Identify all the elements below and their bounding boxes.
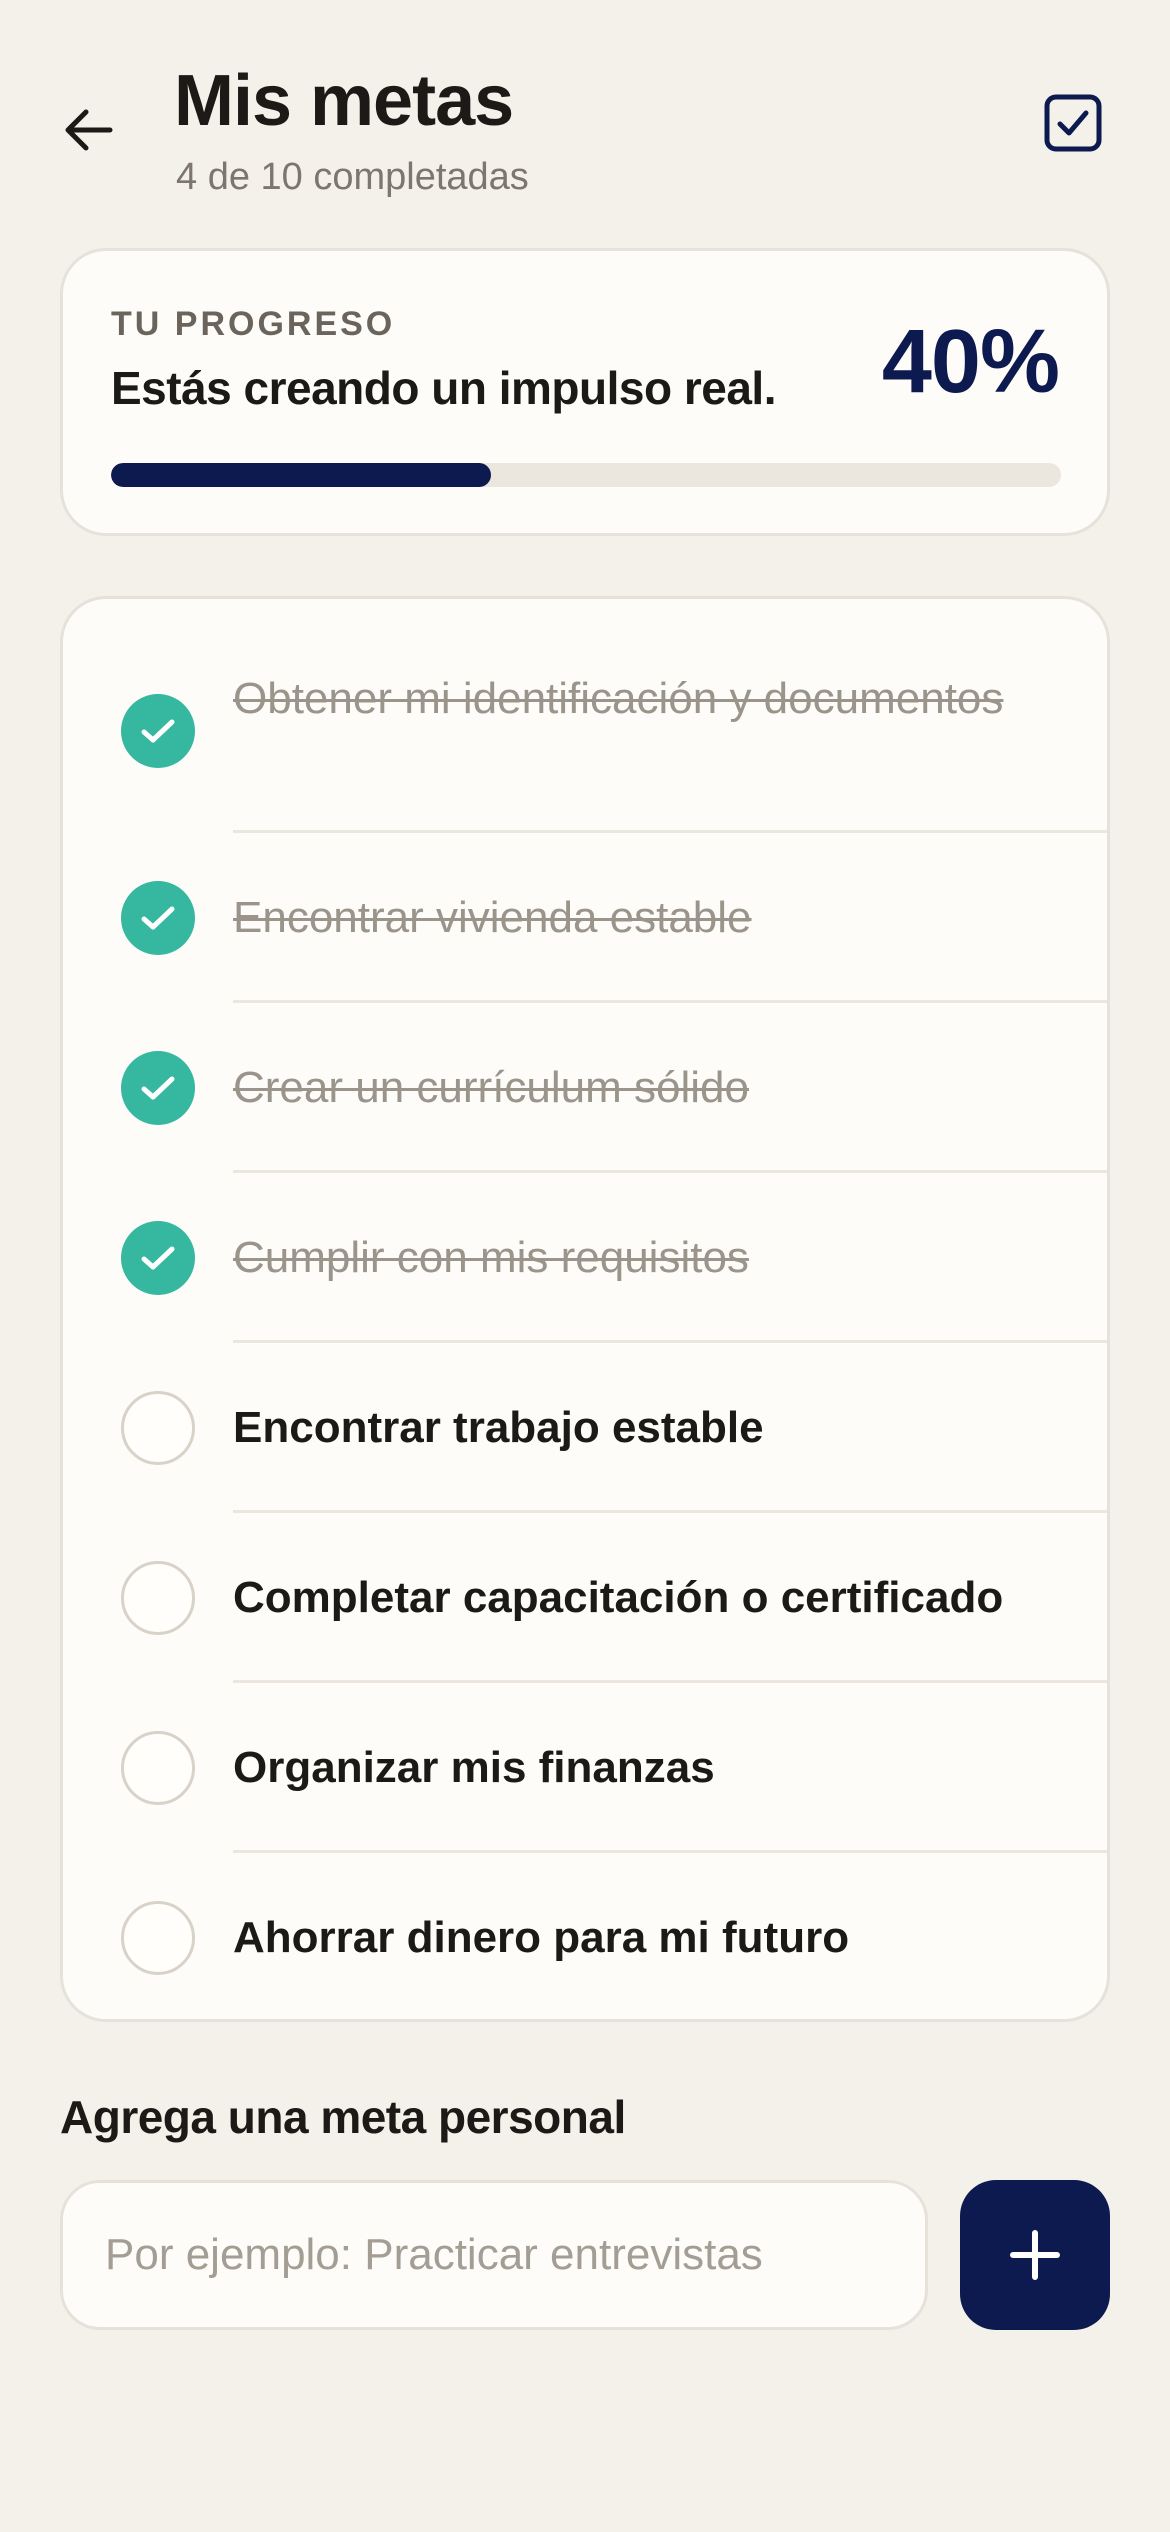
- goal-checkbox-unchecked[interactable]: [121, 1731, 195, 1805]
- goal-item[interactable]: Crear un currículum sólido: [63, 1003, 1107, 1173]
- progress-card: TU PROGRESO Estás creando un impulso rea…: [60, 248, 1110, 536]
- check-icon: [141, 719, 175, 743]
- plus-icon: [1010, 2230, 1060, 2280]
- goal-label: Encontrar trabajo estable: [233, 1403, 764, 1452]
- check-icon: [141, 906, 175, 930]
- progress-message: Estás creando un impulso real.: [111, 362, 776, 414]
- goal-checkbox-checked[interactable]: [121, 881, 195, 955]
- goal-item[interactable]: Encontrar trabajo estable: [63, 1343, 1107, 1513]
- check-icon: [141, 1246, 175, 1270]
- goals-list: Obtener mi identificación y documentos En…: [60, 596, 1110, 2022]
- goal-checkbox-checked[interactable]: [121, 1221, 195, 1295]
- progress-bar: [111, 463, 1061, 487]
- goal-label: Ahorrar dinero para mi futuro: [233, 1913, 850, 1962]
- goal-label: Organizar mis finanzas: [233, 1743, 715, 1792]
- goal-item[interactable]: Obtener mi identificación y documentos: [63, 629, 1107, 833]
- add-goal-input[interactable]: [60, 2180, 928, 2330]
- progress-kicker: TU PROGRESO: [111, 305, 396, 343]
- goal-label: Crear un currículum sólido: [233, 1063, 749, 1112]
- goal-label: Completar capacitación o certificado: [233, 1573, 1004, 1622]
- check-icon: [141, 1076, 175, 1100]
- page-subtitle: 4 de 10 completadas: [176, 156, 529, 198]
- goal-checkbox-checked[interactable]: [121, 694, 195, 768]
- progress-bar-fill: [111, 463, 491, 487]
- page-title: Mis metas: [174, 61, 514, 141]
- goal-item[interactable]: Cumplir con mis requisitos: [63, 1173, 1107, 1343]
- goal-checkbox-unchecked[interactable]: [121, 1901, 195, 1975]
- progress-percent: 40%: [881, 312, 1060, 412]
- goal-checkbox-unchecked[interactable]: [121, 1561, 195, 1635]
- checklist-button[interactable]: [1040, 90, 1106, 156]
- add-goal-button[interactable]: [960, 2180, 1110, 2330]
- goal-label: Obtener mi identificación y documentos: [233, 674, 1004, 723]
- goal-label: Cumplir con mis requisitos: [233, 1233, 749, 1282]
- back-button[interactable]: [56, 98, 120, 162]
- goal-label: Encontrar vivienda estable: [233, 893, 752, 942]
- goal-item[interactable]: Ahorrar dinero para mi futuro: [63, 1853, 1107, 2019]
- header: Mis metas 4 de 10 completadas: [0, 0, 1170, 220]
- arrow-left-icon: [65, 109, 113, 151]
- goal-item[interactable]: Encontrar vivienda estable: [63, 833, 1107, 1003]
- goal-checkbox-checked[interactable]: [121, 1051, 195, 1125]
- goal-item[interactable]: Organizar mis finanzas: [63, 1683, 1107, 1853]
- goal-checkbox-unchecked[interactable]: [121, 1391, 195, 1465]
- add-goal-label: Agrega una meta personal: [60, 2091, 626, 2143]
- checkbox-icon: [1044, 94, 1102, 152]
- goal-item[interactable]: Completar capacitación o certificado: [63, 1513, 1107, 1683]
